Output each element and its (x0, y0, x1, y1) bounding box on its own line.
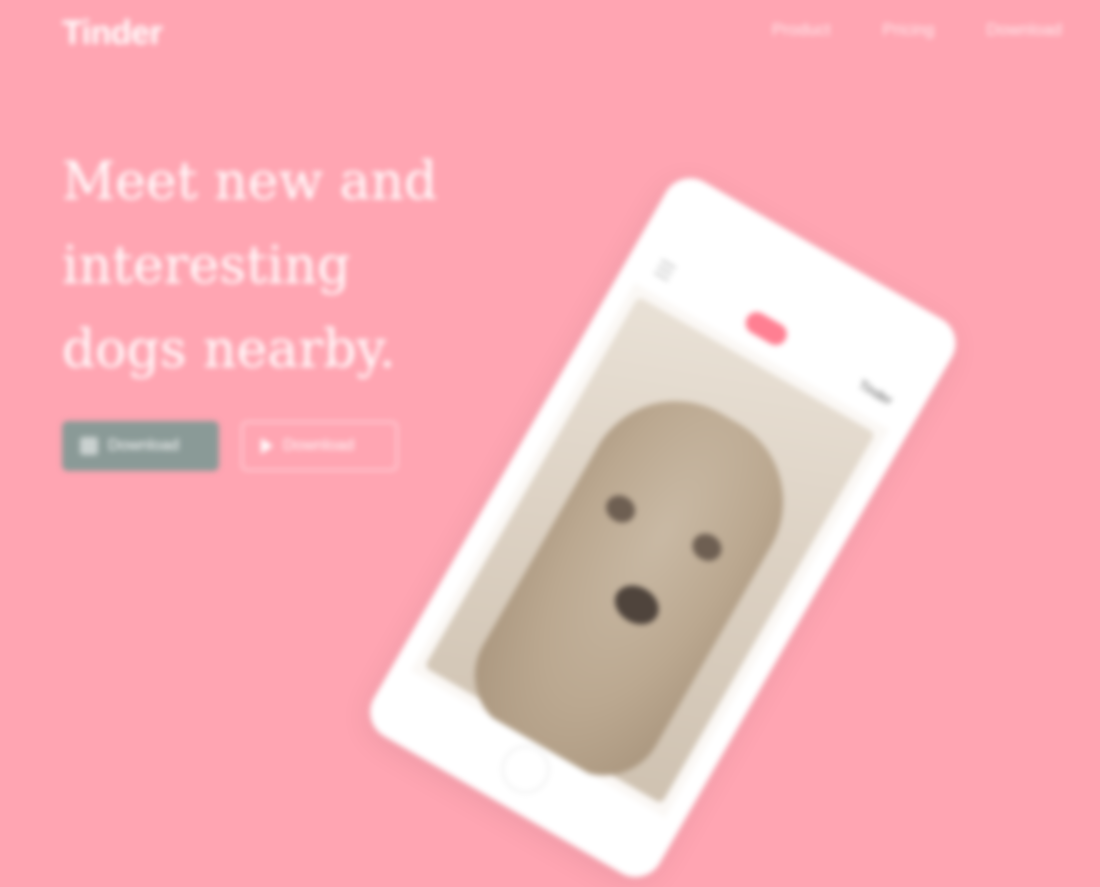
top-nav: Product Pricing Download (772, 20, 1062, 40)
download-secondary-label: Download (283, 437, 355, 454)
dog-eye-right (687, 528, 727, 567)
brand-logo[interactable]: Tinder (62, 14, 163, 53)
download-primary-button[interactable]: Download (62, 421, 219, 471)
nav-link-product[interactable]: Product (772, 20, 831, 40)
menu-icon (653, 259, 676, 282)
phone-screen: Tinder (410, 237, 916, 818)
apple-icon (80, 437, 98, 455)
dog-figure (452, 368, 817, 798)
download-primary-label: Download (108, 437, 180, 454)
page: Tinder Product Pricing Download Meet new… (0, 0, 1100, 887)
dog-eye-left (601, 490, 641, 528)
download-secondary-button[interactable]: Download (241, 421, 398, 471)
app-title: Tinder (856, 376, 896, 408)
dog-nose (607, 577, 666, 632)
flame-icon (741, 308, 791, 350)
hero-headline: Meet new and interesting dogs nearby. (62, 152, 438, 380)
cta-group: Download Download (62, 421, 398, 471)
nav-link-download[interactable]: Download (986, 20, 1062, 40)
nav-link-pricing[interactable]: Pricing (882, 20, 934, 40)
play-store-icon (261, 438, 273, 454)
